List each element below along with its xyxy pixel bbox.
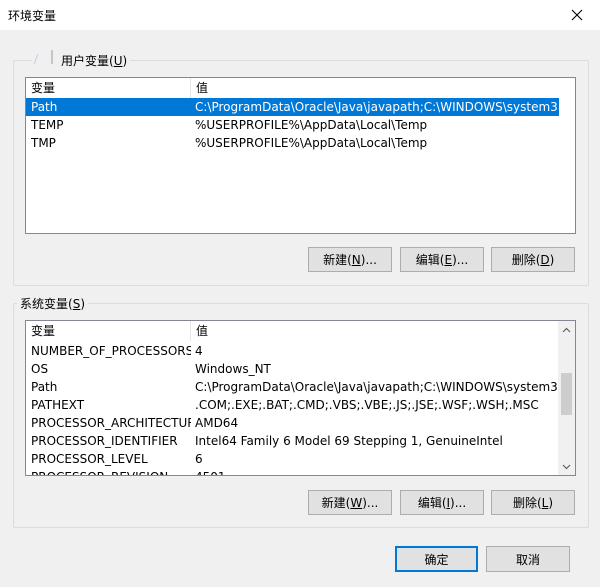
user-variables-list[interactable]: 变量 值 Path C:\ProgramData\Oracle\Java\jav…	[25, 77, 576, 234]
list-header: 变量 值	[26, 321, 575, 341]
table-row[interactable]: Path C:\ProgramData\Oracle\Java\javapath…	[26, 98, 559, 116]
variable-name: PATHEXT	[31, 398, 85, 412]
cancel-button[interactable]: 取消	[486, 546, 570, 572]
window-title: 环境变量	[8, 9, 57, 23]
table-row[interactable]: PROCESSOR_REVISION 4501	[26, 468, 559, 475]
close-icon	[571, 9, 583, 21]
table-row[interactable]: TEMP %USERPROFILE%\AppData\Local\Temp	[26, 116, 559, 134]
system-edit-button[interactable]: 编辑(I)...	[400, 490, 484, 515]
system-new-button[interactable]: 新建(W)...	[308, 490, 392, 515]
table-row[interactable]: PROCESSOR_LEVEL 6	[26, 450, 559, 468]
variable-name: Path	[31, 100, 58, 114]
variable-name: Path	[31, 380, 58, 394]
table-row[interactable]: Path C:\ProgramData\Oracle\Java\javapath…	[26, 378, 559, 396]
column-header-value[interactable]: 值	[191, 321, 557, 341]
table-row[interactable]: PROCESSOR_IDENTIFIER Intel64 Family 6 Mo…	[26, 432, 559, 450]
variable-value: AMD64	[195, 416, 239, 430]
variable-name: PROCESSOR_REVISION	[31, 468, 191, 475]
chevron-down-icon	[562, 464, 571, 469]
table-row[interactable]: PROCESSOR_ARCHITECTURE AMD64	[26, 414, 559, 432]
table-row[interactable]: NUMBER_OF_PROCESSORS 4	[26, 342, 559, 360]
column-header-value[interactable]: 值	[191, 78, 557, 98]
scroll-up-button[interactable]	[558, 321, 575, 338]
variable-name: PROCESSOR_IDENTIFIER	[31, 434, 178, 448]
ok-button[interactable]: 确定	[395, 546, 478, 572]
variable-name: PROCESSOR_ARCHITECTURE	[31, 416, 191, 430]
table-row[interactable]: TMP %USERPROFILE%\AppData\Local\Temp	[26, 134, 559, 152]
variable-name: OS	[31, 362, 49, 376]
user-edit-button[interactable]: 编辑(E)...	[400, 247, 484, 272]
variable-name: PROCESSOR_LEVEL	[31, 452, 148, 466]
table-row[interactable]: OS Windows_NT	[26, 360, 559, 378]
list-header: 变量 值	[26, 78, 575, 98]
variable-value: C:\ProgramData\Oracle\Java\javapath;C:\W…	[195, 380, 557, 394]
close-button[interactable]	[554, 0, 600, 30]
system-delete-button[interactable]: 删除(L)	[491, 490, 575, 515]
system-variables-list[interactable]: 变量 值 NUMBER_OF_PROCESSORS 4 OS Windows_N…	[25, 320, 576, 476]
variable-value: C:\ProgramData\Oracle\Java\javapath;C:\W…	[195, 100, 557, 114]
variable-value: 6	[195, 452, 203, 466]
variable-value: Windows_NT	[195, 362, 271, 376]
user-delete-button[interactable]: 删除(D)	[491, 247, 575, 272]
table-row[interactable]: PATHEXT .COM;.EXE;.BAT;.CMD;.VBS;.VBE;.J…	[26, 396, 559, 414]
variable-value: Intel64 Family 6 Model 69 Stepping 1, Ge…	[195, 434, 503, 448]
scroll-down-button[interactable]	[558, 458, 575, 475]
chevron-up-icon	[562, 327, 571, 332]
variable-value: %USERPROFILE%\AppData\Local\Temp	[195, 136, 428, 150]
variable-name: TMP	[31, 136, 56, 150]
user-new-button[interactable]: 新建(N)...	[308, 247, 392, 272]
variable-value: 4	[195, 344, 203, 358]
column-header-variable[interactable]: 变量	[26, 78, 191, 98]
title-bar: 环境变量	[0, 0, 600, 30]
variable-name: TEMP	[31, 118, 64, 132]
variable-value: .COM;.EXE;.BAT;.CMD;.VBS;.VBE;.JS;.JSE;.…	[195, 398, 539, 412]
variable-name: NUMBER_OF_PROCESSORS	[31, 344, 191, 358]
column-header-variable[interactable]: 变量	[26, 321, 191, 341]
variable-value: 4501	[195, 468, 557, 475]
system-variables-label: 系统变量(S)	[17, 295, 88, 312]
variable-value: %USERPROFILE%\AppData\Local\Temp	[195, 118, 428, 132]
user-variables-label: 用户变量(U)	[58, 52, 131, 69]
scrollbar-thumb[interactable]	[561, 373, 572, 415]
vertical-scrollbar[interactable]	[558, 321, 575, 475]
